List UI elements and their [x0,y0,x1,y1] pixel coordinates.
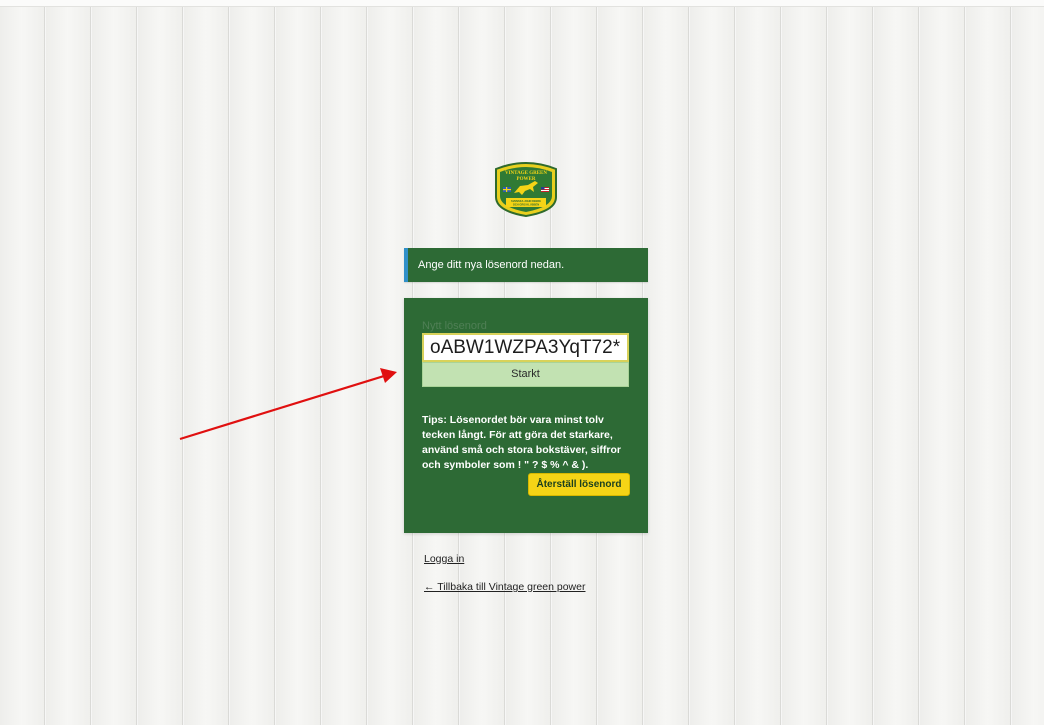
window-top-edge [0,0,1044,7]
site-logo[interactable]: VINTAGE GREEN POWER SVENSKA JOHN DEERE O… [492,161,560,218]
reset-password-form: Nytt lösenord Starkt Tips: Lösenordet bö… [404,298,648,533]
info-notice: Ange ditt nya lösenord nedan. [404,248,648,282]
svg-text:OCH GRIS KLUBBEN: OCH GRIS KLUBBEN [513,203,539,207]
svg-text:VINTAGE GREEN: VINTAGE GREEN [505,171,547,176]
svg-text:SVENSKA JOHN DEERE: SVENSKA JOHN DEERE [511,199,541,203]
login-link[interactable]: Logga in [424,553,464,565]
new-password-label: Nytt lösenord [422,320,487,332]
password-hint: Tips: Lösenordet bör vara minst tolv tec… [422,413,621,471]
notice-message: Ange ditt nya lösenord nedan. [418,259,565,271]
password-strength-meter: Starkt [422,362,629,387]
new-password-input[interactable] [422,333,629,362]
back-to-site-link[interactable]: ← Tillbaka till Vintage green power [424,581,585,593]
reset-password-button[interactable]: Återställ lösenord [528,473,630,496]
vintage-green-power-logo-icon: VINTAGE GREEN POWER SVENSKA JOHN DEERE O… [495,162,557,218]
svg-text:POWER: POWER [517,177,536,182]
